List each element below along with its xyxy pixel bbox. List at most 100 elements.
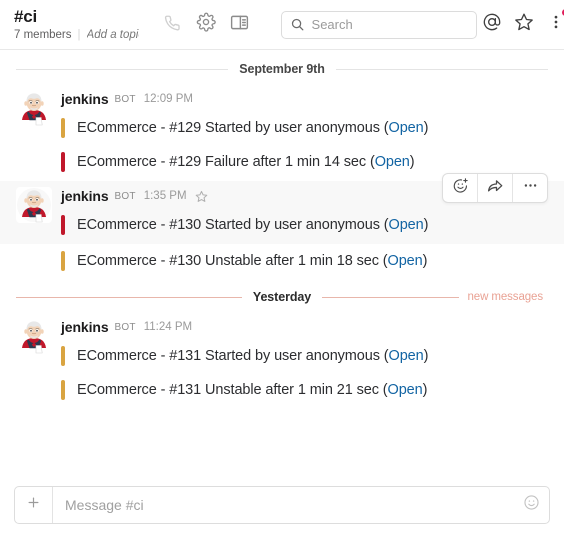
attachment-text-suffix: ): [422, 382, 428, 398]
attachment-text: ECommerce - #131 Unstable after 1 min 21…: [77, 380, 427, 400]
channel-topic[interactable]: Add a topic: [87, 28, 139, 42]
plus-icon: [26, 495, 41, 515]
jenkins-butler-avatar-icon: [16, 318, 52, 354]
bot-badge: BOT: [114, 321, 136, 333]
attachment-status-bar: [61, 380, 65, 400]
avatar[interactable]: [16, 187, 52, 223]
attachment-status-bar: [61, 215, 65, 235]
attachment-text-prefix: ECommerce - #130 Unstable after 1 min 18…: [77, 253, 388, 269]
more-vertical-icon: [547, 13, 564, 36]
bot-badge: BOT: [114, 93, 136, 105]
search-input[interactable]: [311, 17, 468, 32]
header-action-icons: [157, 10, 255, 40]
channel-meta: 7 members | Add a topic: [14, 28, 139, 42]
message-composer[interactable]: [14, 486, 550, 524]
message-input[interactable]: [53, 487, 513, 523]
starred-items-button[interactable]: [509, 10, 539, 40]
open-link[interactable]: Open: [388, 382, 423, 398]
open-link[interactable]: Open: [389, 217, 424, 233]
avatar[interactable]: [16, 318, 52, 354]
add-reaction-button[interactable]: [443, 174, 477, 202]
message-group-continuation[interactable]: ECommerce - #130 Unstable after 1 min 18…: [0, 244, 564, 282]
search-box[interactable]: [280, 10, 477, 39]
bot-badge: BOT: [114, 190, 136, 202]
message-attachment[interactable]: ECommerce - #131 Unstable after 1 min 21…: [61, 373, 548, 407]
date-divider-september-9th: September 9th: [0, 54, 564, 84]
save-message-star-icon[interactable]: [195, 190, 208, 203]
at-mentions-icon: [482, 12, 502, 37]
message-group[interactable]: jenkins BOT 12:09 PM ECommerce - #129 St…: [0, 84, 564, 181]
open-link[interactable]: Open: [389, 348, 424, 364]
attachment-text-prefix: ECommerce - #129 Failure after 1 min 14 …: [77, 154, 375, 170]
attachment-text-suffix: ): [409, 154, 415, 170]
message-group-hovered[interactable]: jenkins BOT 1:35 PM ECommerce - #130 Sta: [0, 173, 564, 244]
phone-icon: [162, 13, 181, 37]
jenkins-butler-avatar-icon: [16, 187, 52, 223]
share-icon: [486, 177, 504, 200]
search-icon: [290, 17, 305, 32]
channel-header: #ci 7 members | Add a topic: [0, 0, 564, 50]
open-link[interactable]: Open: [389, 120, 424, 136]
call-button[interactable]: [157, 10, 187, 40]
gear-icon: [196, 12, 216, 37]
add-attachment-button[interactable]: [15, 487, 53, 523]
new-messages-label: new messages: [459, 291, 548, 303]
message-attachment[interactable]: ECommerce - #130 Started by user anonymo…: [61, 208, 548, 242]
slack-channel-window: #ci 7 members | Add a topic Search Septe…: [0, 0, 564, 540]
message-list[interactable]: September 9th jenkins BOT 12:09 PM EComm…: [0, 50, 564, 476]
message-author[interactable]: jenkins: [61, 188, 109, 204]
message-group-body: ECommerce - #130 Unstable after 1 min 18…: [61, 244, 548, 278]
message-author[interactable]: jenkins: [61, 319, 109, 335]
member-count[interactable]: 7 members: [14, 28, 72, 42]
message-timestamp[interactable]: 1:35 PM: [144, 190, 187, 202]
message-group-top: jenkins BOT 12:09 PM ECommerce - #129 St…: [16, 90, 548, 179]
message-attachment[interactable]: ECommerce - #129 Started by user anonymo…: [61, 111, 548, 145]
meta-separator: |: [77, 29, 81, 41]
add-reaction-icon: [452, 177, 469, 199]
attachment-text: ECommerce - #129 Failure after 1 min 14 …: [77, 152, 415, 172]
channel-title-block[interactable]: #ci 7 members | Add a topic: [14, 7, 139, 42]
mentions-button[interactable]: [477, 10, 507, 40]
attachment-text: ECommerce - #131 Started by user anonymo…: [77, 346, 428, 366]
message-group-top: jenkins BOT 11:24 PM ECommerce - #131 St…: [16, 318, 548, 407]
share-message-button[interactable]: [478, 174, 512, 202]
attachment-text-suffix: ): [423, 348, 429, 364]
open-link[interactable]: Open: [375, 154, 410, 170]
message-attachment[interactable]: ECommerce - #131 Started by user anonymo…: [61, 339, 548, 373]
message-group-top: ECommerce - #130 Unstable after 1 min 18…: [16, 244, 548, 280]
header-right-icons: [477, 8, 564, 40]
attachment-text: ECommerce - #129 Started by user anonymo…: [77, 118, 428, 138]
attachment-text-prefix: ECommerce - #131 Started by user anonymo…: [77, 348, 389, 364]
attachment-text: ECommerce - #130 Started by user anonymo…: [77, 215, 428, 235]
message-timestamp[interactable]: 11:24 PM: [144, 321, 192, 333]
attachment-text-prefix: ECommerce - #130 Started by user anonymo…: [77, 217, 389, 233]
emoji-picker-button[interactable]: [513, 487, 549, 523]
attachment-status-bar: [61, 152, 65, 172]
attachment-status-bar: [61, 118, 65, 138]
open-link[interactable]: Open: [388, 253, 423, 269]
composer-area: [0, 476, 564, 540]
more-actions-button[interactable]: [513, 174, 547, 202]
message-timestamp[interactable]: 12:09 PM: [144, 93, 193, 105]
message-author[interactable]: jenkins: [61, 91, 109, 107]
date-divider-label[interactable]: Yesterday: [241, 290, 323, 304]
message-meta: jenkins BOT 11:24 PM: [61, 318, 548, 336]
message-meta: jenkins BOT 12:09 PM: [61, 90, 548, 108]
jenkins-butler-avatar-icon: [16, 90, 52, 126]
more-options-button[interactable]: [541, 8, 564, 40]
message-group-body: jenkins BOT 12:09 PM ECommerce - #129 St…: [61, 90, 548, 179]
attachment-status-bar: [61, 346, 65, 366]
panel-toggle-icon: [229, 12, 250, 38]
message-group[interactable]: jenkins BOT 11:24 PM ECommerce - #131 St…: [0, 312, 564, 409]
channel-name: #ci: [14, 7, 38, 26]
channel-settings-button[interactable]: [191, 10, 221, 40]
message-attachment[interactable]: ECommerce - #130 Unstable after 1 min 18…: [61, 244, 548, 278]
attachment-text-prefix: ECommerce - #131 Unstable after 1 min 21…: [77, 382, 388, 398]
star-icon: [514, 12, 534, 37]
attachment-status-bar: [61, 251, 65, 271]
attachment-text-suffix: ): [423, 217, 429, 233]
avatar[interactable]: [16, 90, 52, 126]
attachment-text-suffix: ): [422, 253, 428, 269]
date-divider-label[interactable]: September 9th: [228, 62, 336, 76]
channel-details-button[interactable]: [225, 10, 255, 40]
